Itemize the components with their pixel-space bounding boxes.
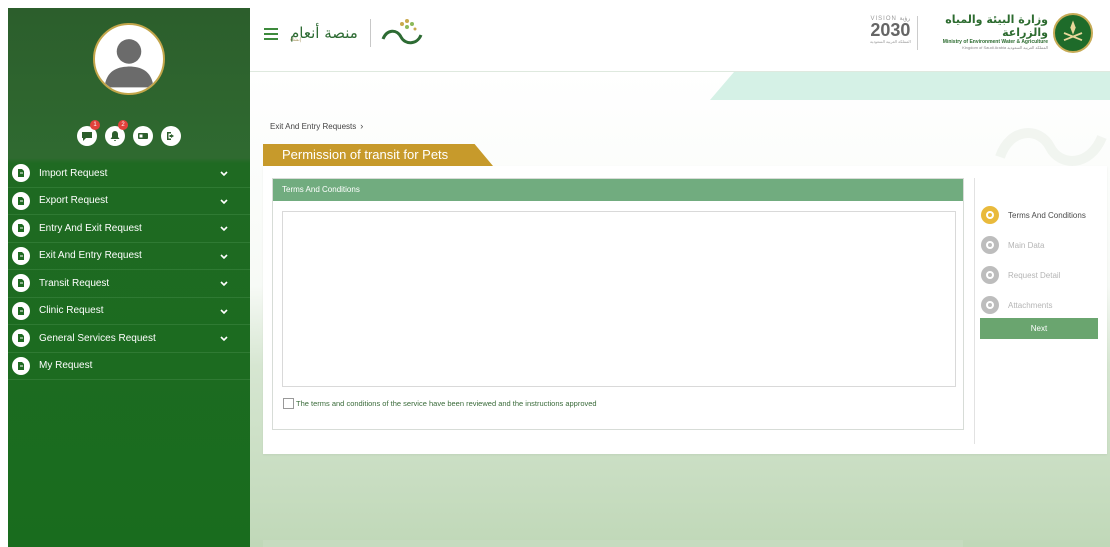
ministry-subtitle: Kingdom of Saudi Arabia المملكة العربية … bbox=[962, 45, 1048, 50]
messages-button[interactable]: 1 bbox=[77, 120, 100, 146]
step-attachments[interactable]: Attachments bbox=[981, 290, 1101, 320]
chevron-down-icon[interactable] bbox=[219, 169, 229, 179]
sidebar-item-import-request[interactable]: Import Request bbox=[8, 160, 250, 188]
id-card-button[interactable] bbox=[133, 126, 153, 146]
anaam-logo-icon bbox=[381, 19, 423, 45]
sidebar-item-label: Import Request bbox=[39, 167, 108, 179]
watermark-logo-icon bbox=[995, 128, 1107, 166]
sidebar-item-export-request[interactable]: Export Request bbox=[8, 188, 250, 215]
header-divider bbox=[917, 16, 918, 50]
step-request-detail[interactable]: Request Detail bbox=[981, 260, 1101, 290]
ministry-name-ar: وزارة البيئة والمياه والزراعة bbox=[945, 13, 1048, 39]
logo-subtext: إنشاء bbox=[290, 37, 302, 43]
sidebar: 1 2 Import Request Export Request Entry An… bbox=[8, 8, 250, 547]
sidebar-item-label: Entry And Exit Request bbox=[39, 222, 142, 234]
avatar[interactable] bbox=[93, 23, 165, 95]
sidebar-item-label: Transit Request bbox=[39, 277, 110, 289]
page-title: Permission of transit for Pets bbox=[263, 144, 493, 166]
agree-label: The terms and conditions of the service … bbox=[296, 399, 597, 408]
profile-area: 1 2 bbox=[8, 8, 250, 160]
messages-badge: 1 bbox=[90, 120, 100, 130]
clinic-icon bbox=[12, 301, 30, 320]
step-main-data[interactable]: Main Data bbox=[981, 230, 1101, 260]
top-header: منصة أنعام إنشاء VISION رؤية 2030 المملك… bbox=[250, 0, 1110, 72]
step-label: Request Detail bbox=[1008, 270, 1061, 280]
step-indicator-icon bbox=[981, 206, 999, 224]
services-icon bbox=[12, 329, 30, 348]
breadcrumb-item[interactable]: Exit And Entry Requests bbox=[270, 122, 356, 131]
sidebar-item-transit-request[interactable]: Transit Request bbox=[8, 270, 250, 298]
chevron-down-icon[interactable] bbox=[219, 252, 229, 262]
terms-agreement[interactable]: The terms and conditions of the service … bbox=[283, 398, 597, 409]
sidebar-menu: Import Request Export Request Entry And Ex… bbox=[8, 160, 250, 380]
export-icon bbox=[12, 191, 30, 210]
my-request-icon bbox=[12, 356, 30, 375]
sidebar-item-label: General Services Request bbox=[39, 332, 156, 344]
step-label: Terms And Conditions bbox=[1008, 210, 1086, 220]
chat-icon bbox=[82, 132, 92, 141]
id-card-icon bbox=[138, 133, 148, 139]
chevron-down-icon[interactable] bbox=[219, 307, 229, 317]
steps-divider bbox=[974, 178, 975, 444]
agree-checkbox[interactable] bbox=[283, 398, 294, 409]
quick-actions: 1 2 bbox=[8, 120, 250, 146]
vision-year: 2030 bbox=[870, 20, 911, 40]
notifications-badge: 2 bbox=[118, 120, 128, 130]
sidebar-item-label: Exit And Entry Request bbox=[39, 250, 142, 262]
notifications-button[interactable]: 2 bbox=[105, 120, 128, 146]
sidebar-item-clinic-request[interactable]: Clinic Request bbox=[8, 298, 250, 325]
platform-logo[interactable]: منصة أنعام إنشاء bbox=[290, 15, 427, 51]
step-indicator-icon bbox=[981, 236, 999, 254]
step-terms-and-conditions[interactable]: Terms And Conditions bbox=[981, 200, 1101, 230]
decorative-band bbox=[710, 72, 1110, 100]
sidebar-item-general-services-request[interactable]: General Services Request bbox=[8, 325, 250, 353]
terms-content-box[interactable] bbox=[282, 211, 956, 387]
sidebar-item-label: Export Request bbox=[39, 195, 108, 207]
breadcrumb-separator: › bbox=[360, 121, 364, 131]
transit-icon bbox=[12, 274, 30, 293]
logo-divider bbox=[369, 19, 371, 47]
exit-entry-icon bbox=[12, 246, 30, 265]
logout-icon bbox=[167, 132, 174, 140]
chevron-down-icon[interactable] bbox=[219, 197, 229, 207]
menu-toggle-button[interactable] bbox=[264, 28, 278, 40]
next-button[interactable]: Next bbox=[980, 318, 1098, 339]
wizard-steps: Terms And Conditions Main Data Request Det… bbox=[981, 200, 1101, 320]
chevron-down-icon[interactable] bbox=[219, 224, 229, 234]
saudi-emblem-icon bbox=[1053, 13, 1093, 53]
sidebar-item-label: My Request bbox=[39, 360, 93, 372]
step-label: Attachments bbox=[1008, 300, 1053, 310]
chevron-down-icon[interactable] bbox=[219, 279, 229, 289]
vision-sub-text: المملكة العربية السعودية bbox=[870, 39, 911, 44]
logout-button[interactable] bbox=[161, 126, 181, 146]
step-indicator-icon bbox=[981, 266, 999, 284]
chevron-down-icon[interactable] bbox=[219, 334, 229, 344]
sidebar-item-entry-and-exit-request[interactable]: Entry And Exit Request bbox=[8, 215, 250, 243]
bottom-strip bbox=[263, 540, 963, 547]
step-label: Main Data bbox=[1008, 240, 1045, 250]
sidebar-item-exit-and-entry-request[interactable]: Exit And Entry Request bbox=[8, 243, 250, 270]
sidebar-item-label: Clinic Request bbox=[39, 305, 104, 317]
bell-icon bbox=[110, 131, 120, 141]
vision-2030-logo: VISION رؤية 2030 المملكة العربية السعودي… bbox=[870, 15, 911, 44]
terms-header: Terms And Conditions bbox=[273, 179, 963, 201]
entry-exit-icon bbox=[12, 219, 30, 238]
ministry-logo-text: وزارة البيئة والمياه والزراعة Ministry o… bbox=[928, 13, 1048, 50]
step-indicator-icon bbox=[981, 296, 999, 314]
terms-panel: Terms And Conditions The terms and condi… bbox=[272, 178, 964, 430]
user-silhouette-icon bbox=[104, 39, 154, 88]
import-icon bbox=[12, 164, 30, 183]
breadcrumb: Exit And Entry Requests › bbox=[270, 121, 363, 131]
sidebar-item-my-request[interactable]: My Request bbox=[8, 353, 250, 380]
